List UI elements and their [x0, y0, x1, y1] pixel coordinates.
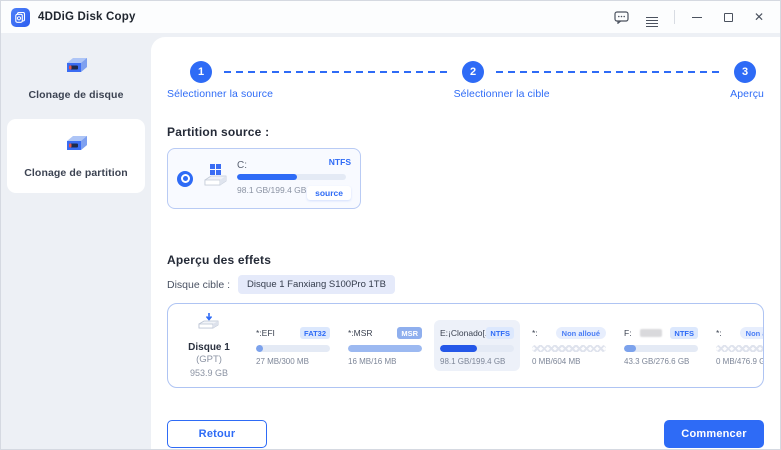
partition-usage-text: 16 MB/16 MB	[348, 357, 422, 366]
drive-icon	[59, 55, 93, 84]
sidebar: Clonage de disque Clonage de partition	[1, 33, 151, 450]
partition-usage-bar	[624, 345, 698, 352]
target-disk-card: Disque 1 (GPT) 953.9 GB *:EFI FAT32 27 MB/…	[167, 303, 764, 388]
windows-disk-icon	[202, 163, 230, 194]
step-label-1: Sélectionner la source	[167, 88, 273, 100]
footer: Retour Commencer	[167, 420, 764, 448]
source-partition-filesystem: NTFS	[329, 157, 351, 167]
partition-name: E:¡Clonado[...	[440, 328, 486, 338]
source-partition-name: C:	[237, 160, 247, 171]
partition-filesystem-badge: Non alloué	[556, 327, 606, 339]
drive-icon	[59, 133, 93, 162]
disk-name: Disque 1	[168, 341, 250, 355]
titlebar-divider	[674, 10, 675, 24]
sidebar-item-partition-clone[interactable]: Clonage de partition	[7, 119, 145, 193]
step-circle-2: 2	[462, 61, 484, 83]
partition-usage-bar	[716, 345, 763, 352]
disk-type: (GPT)	[168, 354, 250, 367]
start-button[interactable]: Commencer	[664, 420, 764, 448]
partition-usage-bar	[256, 345, 330, 352]
disk-info: Disque 1 (GPT) 953.9 GB	[168, 312, 250, 379]
partition-usage-text: 43.3 GB/276.6 GB	[624, 357, 698, 366]
partition-name: F:	[624, 328, 632, 338]
sidebar-item-label: Clonage de disque	[28, 89, 123, 101]
source-partition-usage: 98.1 GB/199.4 GB	[237, 185, 306, 195]
partition-filesystem-badge: Non alloué	[740, 327, 763, 339]
partition-usage-bar	[532, 345, 606, 352]
partition-tile[interactable]: *: Non alloué 0 MB/604 MB	[526, 320, 612, 371]
back-button[interactable]: Retour	[167, 420, 267, 448]
step-circle-3: 3	[734, 61, 756, 83]
partition-usage-bar	[348, 345, 422, 352]
target-disk-label: Disque cible :	[167, 279, 230, 291]
disk-import-icon	[197, 312, 221, 332]
partition-usage-text: 98.1 GB/199.4 GB	[440, 357, 514, 366]
partition-tile[interactable]: *:MSR MSR 16 MB/16 MB	[342, 320, 428, 371]
partition-name: *:EFI	[256, 328, 275, 338]
partition-usage-text: 0 MB/604 MB	[532, 357, 606, 366]
step-label-3: Aperçu	[730, 88, 764, 100]
partition-strip: *:EFI FAT32 27 MB/300 MB *:MSR MSR 16 MB/16 M…	[250, 320, 763, 371]
stepper: 1 2 3	[190, 61, 756, 83]
partition-tile[interactable]: F: NTFS 43.3 GB/276.6 GB	[618, 320, 704, 371]
source-usage-bar	[237, 174, 346, 180]
partition-name: *:	[532, 328, 538, 338]
main-panel: 123 Sélectionner la sourceSélectionner l…	[151, 37, 780, 450]
partition-tile[interactable]: *: Non alloué 0 MB/476.9 GB	[710, 320, 763, 371]
minimize-button[interactable]	[688, 8, 706, 26]
partition-name: *:MSR	[348, 328, 373, 338]
sidebar-item-label: Clonage de partition	[24, 167, 128, 179]
titlebar: 4DDiG Disk Copy ✕	[1, 1, 780, 33]
step-connector	[224, 71, 450, 73]
partition-filesystem-badge: FAT32	[300, 327, 330, 339]
maximize-button[interactable]	[719, 8, 737, 26]
app-title: 4DDiG Disk Copy	[38, 11, 136, 23]
step-circle-1: 1	[190, 61, 212, 83]
partition-filesystem-badge: NTFS	[670, 327, 698, 339]
step-connector	[496, 71, 722, 73]
partition-name: *:	[716, 328, 722, 338]
menu-icon[interactable]	[643, 8, 661, 26]
feedback-icon[interactable]	[612, 8, 630, 26]
preview-section-heading: Aperçu des effets	[167, 253, 764, 267]
redacted-label	[640, 329, 662, 337]
source-partition-card[interactable]: C: NTFS 98.1 GB/199.4 GB source	[167, 148, 361, 209]
source-section-heading: Partition source :	[167, 125, 764, 139]
app-logo-icon	[11, 8, 30, 27]
partition-tile[interactable]: E:¡Clonado[...NTFS 98.1 GB/199.4 GB	[434, 320, 520, 371]
step-label-2: Sélectionner la cible	[454, 88, 550, 100]
partition-filesystem-badge: NTFS	[486, 327, 514, 339]
partition-usage-text: 27 MB/300 MB	[256, 357, 330, 366]
target-disk-badge: Disque 1 Fanxiang S100Pro 1TB	[238, 275, 395, 294]
step-labels: Sélectionner la source Sélectionner la ci…	[167, 88, 764, 100]
radio-selected-icon[interactable]	[177, 171, 193, 187]
partition-filesystem-badge: MSR	[397, 327, 422, 339]
app-window: 4DDiG Disk Copy ✕ Clonage de dis	[0, 0, 781, 450]
partition-usage-bar	[440, 345, 514, 352]
close-button[interactable]: ✕	[750, 8, 768, 26]
partition-usage-text: 0 MB/476.9 GB	[716, 357, 763, 366]
source-badge: source	[307, 186, 351, 200]
sidebar-item-disk-clone[interactable]: Clonage de disque	[7, 47, 145, 109]
disk-size: 953.9 GB	[168, 367, 250, 379]
partition-tile[interactable]: *:EFI FAT32 27 MB/300 MB	[250, 320, 336, 371]
